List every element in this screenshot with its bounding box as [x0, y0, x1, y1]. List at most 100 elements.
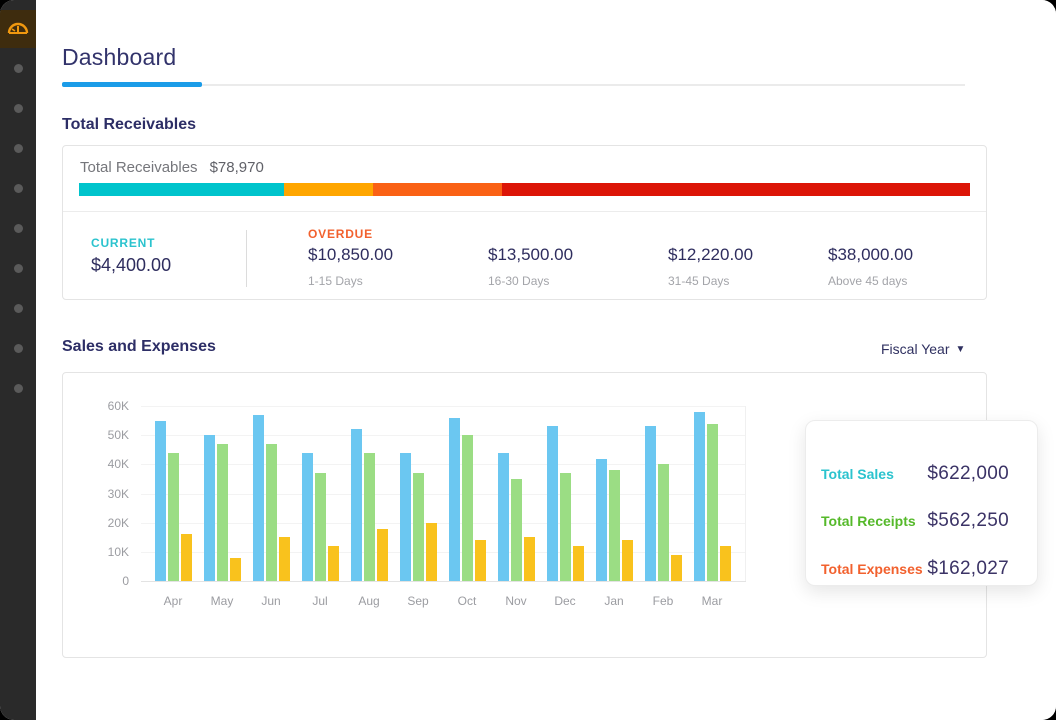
bar-receipts-aug[interactable]	[364, 453, 375, 581]
bar-expenses-mar[interactable]	[720, 546, 731, 581]
bar-receipts-dec[interactable]	[560, 473, 571, 581]
receivables-summary: Total Receivables $78,970	[80, 159, 264, 176]
bucket-period: Above 45 days	[828, 274, 998, 288]
receivables-bar-segment-current	[79, 183, 284, 196]
bar-sales-nov[interactable]	[498, 453, 509, 581]
bucket-amount: $12,220.00	[668, 245, 838, 265]
x-axis-tick: Jan	[590, 594, 638, 608]
sidebar-item-placeholder[interactable]	[14, 344, 23, 353]
sidebar-item-placeholder[interactable]	[14, 264, 23, 273]
bar-receipts-apr[interactable]	[168, 453, 179, 581]
bar-group-jun[interactable]	[253, 415, 290, 581]
bar-group-oct[interactable]	[449, 418, 486, 581]
sidebar-item-placeholder[interactable]	[14, 104, 23, 113]
app-window: Dashboard Total Receivables Total Receiv…	[0, 0, 1056, 720]
totals-summary-card: Total Sales $622,000 Total Receipts $562…	[805, 420, 1038, 586]
bar-group-jul[interactable]	[302, 453, 339, 581]
overdue-bucket-1-15: $10,850.00 1-15 Days	[308, 245, 478, 288]
bar-group-may[interactable]	[204, 435, 241, 581]
bar-expenses-nov[interactable]	[524, 537, 535, 581]
bar-sales-feb[interactable]	[645, 426, 656, 581]
bar-group-mar[interactable]	[694, 412, 731, 581]
bucket-amount: $10,850.00	[308, 245, 478, 265]
bar-group-dec[interactable]	[547, 426, 584, 581]
sidebar-item-placeholder[interactable]	[14, 64, 23, 73]
bucket-amount: $38,000.00	[828, 245, 998, 265]
total-receipts-row: Total Receipts $562,250	[821, 510, 1009, 532]
total-expenses-row: Total Expenses $162,027	[821, 558, 1009, 580]
bar-sales-jan[interactable]	[596, 459, 607, 582]
sidebar-item-dashboard[interactable]	[0, 10, 36, 48]
bar-expenses-jan[interactable]	[622, 540, 633, 581]
bar-receipts-jan[interactable]	[609, 470, 620, 581]
dashboard-gauge-icon	[7, 18, 29, 41]
bar-sales-jun[interactable]	[253, 415, 264, 581]
receivables-summary-value: $78,970	[210, 159, 264, 176]
bar-sales-may[interactable]	[204, 435, 215, 581]
gridline	[141, 406, 746, 407]
y-axis-tick: 10K	[87, 545, 129, 559]
bar-receipts-may[interactable]	[217, 444, 228, 581]
bar-group-sep[interactable]	[400, 453, 437, 581]
bar-receipts-sep[interactable]	[413, 473, 424, 581]
bar-receipts-jun[interactable]	[266, 444, 277, 581]
sidebar-item-placeholder[interactable]	[14, 384, 23, 393]
x-axis-tick: Nov	[492, 594, 540, 608]
bar-expenses-jun[interactable]	[279, 537, 290, 581]
bar-sales-mar[interactable]	[694, 412, 705, 581]
receivables-bar-segment-overdue-16-30	[373, 183, 502, 196]
bar-group-jan[interactable]	[596, 459, 633, 582]
x-axis-tick: Oct	[443, 594, 491, 608]
bar-expenses-jul[interactable]	[328, 546, 339, 581]
total-expenses-label: Total Expenses	[821, 561, 923, 577]
bar-sales-apr[interactable]	[155, 421, 166, 581]
fiscal-year-dropdown[interactable]: Fiscal Year ▼	[881, 341, 965, 357]
x-axis-tick: Feb	[639, 594, 687, 608]
x-axis-tick: Dec	[541, 594, 589, 608]
bar-sales-sep[interactable]	[400, 453, 411, 581]
bar-group-aug[interactable]	[351, 429, 388, 581]
bar-receipts-oct[interactable]	[462, 435, 473, 581]
bar-group-apr[interactable]	[155, 421, 192, 581]
bar-sales-aug[interactable]	[351, 429, 362, 581]
main-content: Dashboard Total Receivables Total Receiv…	[36, 0, 1056, 720]
x-axis-tick: May	[198, 594, 246, 608]
plot-right-border	[745, 406, 746, 581]
vertical-divider	[246, 230, 247, 287]
bar-receipts-jul[interactable]	[315, 473, 326, 581]
bar-group-nov[interactable]	[498, 453, 535, 581]
total-sales-row: Total Sales $622,000	[821, 463, 1009, 485]
bar-expenses-oct[interactable]	[475, 540, 486, 581]
sidebar-item-placeholder[interactable]	[14, 224, 23, 233]
active-tab-indicator	[62, 82, 202, 87]
bar-sales-jul[interactable]	[302, 453, 313, 581]
receivables-card: Total Receivables$78,970 CURRENT $4,400.…	[62, 145, 987, 300]
bar-expenses-aug[interactable]	[377, 529, 388, 582]
sidebar-item-placeholder[interactable]	[14, 184, 23, 193]
bar-expenses-sep[interactable]	[426, 523, 437, 581]
bar-expenses-apr[interactable]	[181, 534, 192, 581]
current-label: CURRENT	[91, 236, 155, 250]
bar-expenses-feb[interactable]	[671, 555, 682, 581]
fiscal-year-label: Fiscal Year	[881, 341, 949, 357]
x-axis-tick: Jul	[296, 594, 344, 608]
y-axis-tick: 60K	[87, 399, 129, 413]
y-axis-tick: 50K	[87, 428, 129, 442]
receivables-bar[interactable]	[79, 183, 970, 196]
sidebar-dots	[0, 64, 36, 393]
receivables-bar-segment-overdue-1-15	[284, 183, 373, 196]
bar-sales-dec[interactable]	[547, 426, 558, 581]
bar-sales-oct[interactable]	[449, 418, 460, 581]
bar-expenses-dec[interactable]	[573, 546, 584, 581]
bar-group-feb[interactable]	[645, 426, 682, 581]
bucket-amount: $13,500.00	[488, 245, 658, 265]
bar-receipts-mar[interactable]	[707, 424, 718, 582]
bar-receipts-nov[interactable]	[511, 479, 522, 581]
sidebar-item-placeholder[interactable]	[14, 304, 23, 313]
bar-receipts-feb[interactable]	[658, 464, 669, 581]
sidebar-item-placeholder[interactable]	[14, 144, 23, 153]
bar-expenses-may[interactable]	[230, 558, 241, 581]
y-axis-tick: 0	[87, 574, 129, 588]
receivables-summary-label: Total Receivables	[80, 159, 198, 176]
chart-plot: 60K50K40K30K20K10K0AprMayJunJulAugSepOct…	[141, 406, 746, 581]
